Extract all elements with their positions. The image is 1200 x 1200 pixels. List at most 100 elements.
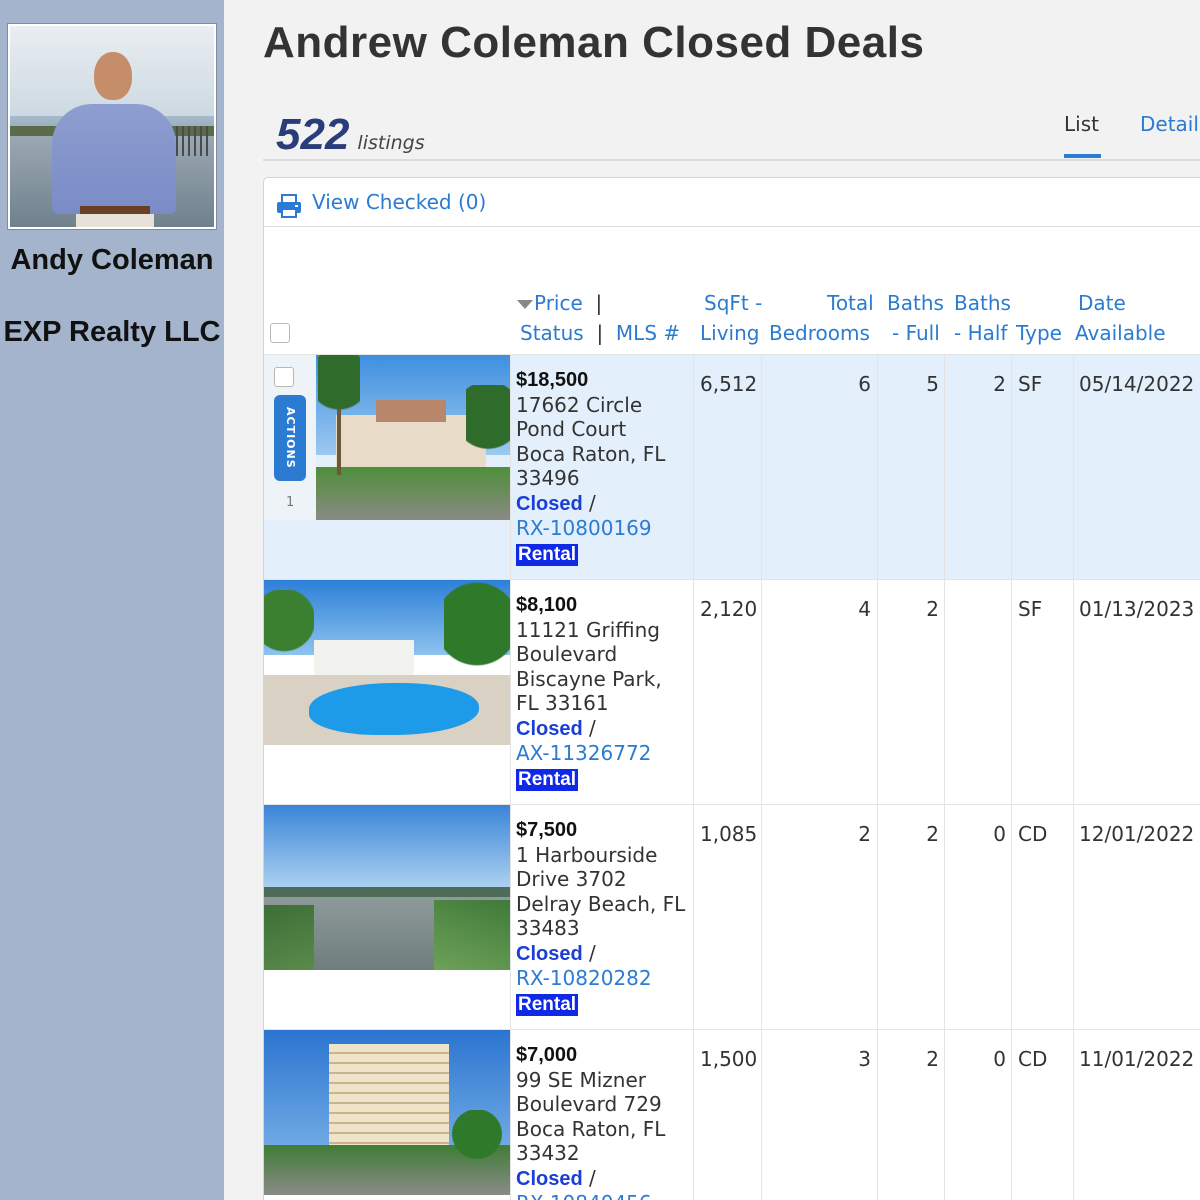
total-bedrooms: 3 xyxy=(858,1047,871,1071)
photo-tree xyxy=(466,385,510,485)
column-divider xyxy=(761,580,762,805)
baths-full: 2 xyxy=(926,822,939,846)
column-header-status[interactable]: Status | MLS # xyxy=(520,318,680,348)
view-checked-link[interactable]: View Checked (0) xyxy=(312,190,486,214)
listing-status: Closed xyxy=(516,1167,583,1190)
rental-badge: Rental xyxy=(516,543,579,566)
column-header-date-1[interactable]: Date xyxy=(1078,288,1126,318)
baths-full: 5 xyxy=(926,372,939,396)
date-available: 12/01/2022 xyxy=(1079,822,1195,846)
table-row[interactable]: 3 $7,500 1 Harbourside Drive 3702 Delray… xyxy=(264,805,1200,1030)
listing-photo[interactable] xyxy=(264,805,510,970)
column-header-sqft-2[interactable]: Living xyxy=(700,318,759,348)
listing-status: Closed xyxy=(516,492,583,515)
photo-person-belt xyxy=(80,206,150,214)
mls-link[interactable]: AX-11326772 xyxy=(516,741,662,766)
column-header-price[interactable]: Price | xyxy=(516,288,602,318)
actions-button[interactable]: ACTIONS xyxy=(274,395,306,481)
column-header-baths-half-1[interactable]: Baths xyxy=(954,288,1011,318)
listing-info: $7,000 99 SE Mizner Boulevard 729 Boca R… xyxy=(516,1043,665,1200)
address-line: Boca Raton, FL xyxy=(516,441,666,466)
listing-price: $7,000 xyxy=(516,1044,578,1066)
mls-link[interactable]: RX-10820282 xyxy=(516,966,685,991)
column-divider xyxy=(693,355,694,580)
listing-price: $8,100 xyxy=(516,594,578,616)
printer-icon[interactable] xyxy=(276,193,302,219)
address-line: FL 33161 xyxy=(516,691,609,715)
photo-dock xyxy=(170,126,210,156)
column-divider xyxy=(1011,805,1012,1030)
column-divider xyxy=(761,1030,762,1200)
address-line: Boulevard 729 xyxy=(516,1092,662,1116)
row-checkbox[interactable] xyxy=(274,367,294,387)
table-row[interactable]: 4 $7,000 99 SE Mizner Boulevard 729 Boca… xyxy=(264,1030,1200,1200)
column-divider xyxy=(510,1030,511,1200)
address-line: 33496 xyxy=(516,466,580,490)
listing-count: 522 listings xyxy=(276,110,425,160)
table-row[interactable]: 2 $8,100 11121 Griffing Boulevard Biscay… xyxy=(264,580,1200,805)
column-divider xyxy=(1073,805,1074,1030)
column-header-price-label: Price xyxy=(534,291,583,315)
photo-tree xyxy=(444,1110,510,1170)
address-line: 17662 Circle xyxy=(516,392,643,417)
total-bedrooms: 2 xyxy=(858,822,871,846)
photo-condo-tower xyxy=(329,1044,449,1154)
photo-person-head xyxy=(94,52,132,100)
date-available: 05/14/2022 xyxy=(1079,372,1195,396)
photo-sky xyxy=(264,805,510,895)
agent-photo[interactable] xyxy=(7,23,217,230)
baths-half: 0 xyxy=(993,1047,1006,1071)
baths-full: 2 xyxy=(926,597,939,621)
column-header-bedrooms-1[interactable]: Total xyxy=(827,288,874,318)
address-line: Biscayne Park, xyxy=(516,666,662,691)
listing-status: Closed xyxy=(516,942,583,965)
property-type: CD xyxy=(1018,822,1048,846)
column-divider xyxy=(761,805,762,1030)
photo-mangroves xyxy=(264,905,314,970)
baths-full: 2 xyxy=(926,1047,939,1071)
column-header-baths-full-2[interactable]: - Full xyxy=(892,318,940,348)
tab-detail[interactable]: Detail xyxy=(1140,112,1199,136)
listing-photo[interactable] xyxy=(264,580,510,745)
column-divider xyxy=(944,1030,945,1200)
column-header-baths-half-2[interactable]: - Half xyxy=(954,318,1007,348)
status-separator: / xyxy=(589,490,596,515)
date-available: 01/13/2023 xyxy=(1079,597,1195,621)
property-type: SF xyxy=(1018,372,1043,396)
listing-info: $18,500 17662 Circle Pond Court Boca Rat… xyxy=(516,368,665,566)
select-all-checkbox[interactable] xyxy=(270,323,290,343)
listing-photo[interactable] xyxy=(264,1030,510,1195)
column-divider xyxy=(944,805,945,1030)
column-divider xyxy=(944,580,945,805)
column-divider xyxy=(693,1030,694,1200)
listing-photo[interactable] xyxy=(316,355,510,520)
photo-shoreline xyxy=(264,887,510,897)
column-divider xyxy=(1073,355,1074,580)
column-header-sqft-1[interactable]: SqFt - xyxy=(704,288,762,318)
photo-pool xyxy=(309,683,479,735)
rental-badge: Rental xyxy=(516,768,579,791)
address-line: Pond Court xyxy=(516,417,627,441)
listings-table: View Checked (0) Price | Status | MLS # … xyxy=(263,177,1200,1200)
tab-list[interactable]: List xyxy=(1064,112,1099,136)
date-available: 11/01/2022 xyxy=(1079,1047,1195,1071)
column-divider xyxy=(877,1030,878,1200)
mls-link[interactable]: RX-10800169 xyxy=(516,516,665,541)
listing-status: Closed xyxy=(516,717,583,740)
row-index: 1 xyxy=(286,495,295,510)
column-divider xyxy=(1011,1030,1012,1200)
column-header-date-2[interactable]: Available xyxy=(1075,318,1166,348)
photo-house xyxy=(314,640,414,675)
table-row[interactable]: ACTIONS 1 $18,500 17662 Circle Pond Cour… xyxy=(264,355,1200,580)
sqft-living: 1,500 xyxy=(700,1047,758,1071)
sort-desc-icon xyxy=(517,300,533,309)
column-header-baths-full-1[interactable]: Baths xyxy=(887,288,944,318)
column-header-bedrooms-2[interactable]: Bedrooms xyxy=(769,318,870,348)
mls-link[interactable]: RX-10840456 xyxy=(516,1191,665,1200)
column-header-type[interactable]: Type xyxy=(1016,318,1062,348)
column-divider xyxy=(510,580,511,805)
column-divider xyxy=(761,355,762,580)
column-divider xyxy=(510,805,511,1030)
column-divider xyxy=(693,805,694,1030)
status-separator: / xyxy=(589,940,596,965)
